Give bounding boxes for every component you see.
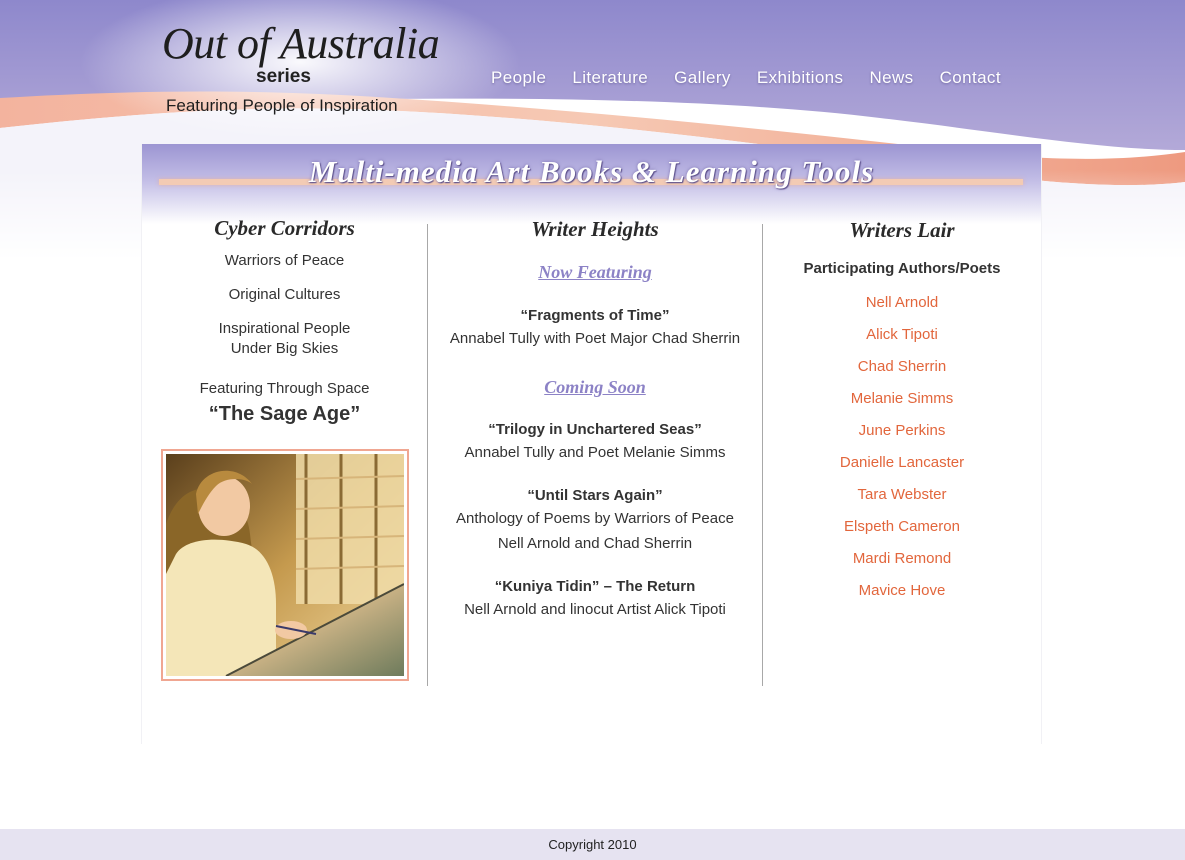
banner: Multi-media Art Books & Learning Tools xyxy=(142,144,1041,224)
author-link[interactable]: Danielle Lancaster xyxy=(763,453,1041,473)
writer-heights-title: Writer Heights xyxy=(531,217,659,241)
logo-series: series xyxy=(256,66,311,87)
author-link[interactable]: Alick Tipoti xyxy=(763,325,1041,345)
until-stars-again-credit-1: Anthology of Poems by Warriors of Peace xyxy=(456,510,734,527)
trilogy-credit: Annabel Tully and Poet Melanie Simms xyxy=(464,444,726,461)
writers-lair-column: Writers Lair Participating Authors/Poets… xyxy=(763,216,1041,601)
author-link[interactable]: Nell Arnold xyxy=(763,293,1041,313)
content-panel: Multi-media Art Books & Learning Tools C… xyxy=(141,144,1042,744)
writer-heights-column: Writer Heights Now Featuring “Fragments … xyxy=(428,216,762,620)
writers-lair-title: Writers Lair xyxy=(849,218,955,242)
artist-painting-image xyxy=(166,454,404,676)
nav-gallery[interactable]: Gallery xyxy=(661,68,744,88)
nav-literature[interactable]: Literature xyxy=(559,68,661,88)
nav-exhibitions[interactable]: Exhibitions xyxy=(744,68,857,88)
nav-news[interactable]: News xyxy=(856,68,926,88)
author-link[interactable]: June Perkins xyxy=(763,421,1041,441)
trilogy-title[interactable]: “Trilogy in Unchartered Seas” xyxy=(428,421,762,438)
featuring-label: Featuring Through Space xyxy=(199,380,370,397)
coming-soon-link[interactable]: Coming Soon xyxy=(428,377,762,398)
author-link[interactable]: Elspeth Cameron xyxy=(763,517,1041,537)
footer: Copyright 2010 xyxy=(0,829,1185,860)
author-link[interactable]: Chad Sherrin xyxy=(763,357,1041,377)
until-stars-again-credit-2: Nell Arnold and Chad Sherrin xyxy=(497,535,693,552)
link-warriors-of-peace[interactable]: Warriors of Peace xyxy=(142,251,427,271)
author-link[interactable]: Mavice Hove xyxy=(763,581,1041,601)
copyright-text: Copyright 2010 xyxy=(548,837,637,852)
inspirational-line-2: Under Big Skies xyxy=(230,340,339,357)
main-nav: People Literature Gallery Exhibitions Ne… xyxy=(478,68,1014,88)
kuniya-tidin-title[interactable]: “Kuniya Tidin” – The Return xyxy=(428,578,762,595)
nav-contact[interactable]: Contact xyxy=(927,68,1014,88)
author-link[interactable]: Melanie Simms xyxy=(763,389,1041,409)
now-featuring-link[interactable]: Now Featuring xyxy=(428,262,762,283)
cyber-corridors-column: Cyber Corridors Warriors of Peace Origin… xyxy=(142,216,427,426)
cyber-corridors-title: Cyber Corridors xyxy=(214,216,355,240)
kuniya-tidin-credit: Nell Arnold and linocut Artist Alick Tip… xyxy=(464,601,726,618)
featured-artist-photo xyxy=(161,449,409,681)
link-inspirational-people[interactable]: Inspirational People Under Big Skies xyxy=(142,319,427,359)
logo-title: Out of Australia xyxy=(162,19,440,68)
site-logo[interactable]: Out of Australia series Featuring People… xyxy=(160,10,440,120)
author-link[interactable]: Tara Webster xyxy=(763,485,1041,505)
fragments-of-time-title[interactable]: “Fragments of Time” xyxy=(428,307,762,324)
fragments-of-time-credit: Annabel Tully with Poet Major Chad Sherr… xyxy=(449,330,741,347)
author-link[interactable]: Mardi Remond xyxy=(763,549,1041,569)
link-original-cultures[interactable]: Original Cultures xyxy=(142,285,427,305)
logo-tagline: Featuring People of Inspiration xyxy=(166,96,398,115)
inspirational-line-1: Inspirational People xyxy=(218,320,351,337)
until-stars-again-title[interactable]: “Until Stars Again” xyxy=(428,487,762,504)
sage-age-link[interactable]: “The Sage Age” xyxy=(142,403,427,426)
banner-title: Multi-media Art Books & Learning Tools xyxy=(308,154,875,189)
participating-authors-heading: Participating Authors/Poets xyxy=(803,260,1001,277)
nav-people[interactable]: People xyxy=(478,68,559,88)
